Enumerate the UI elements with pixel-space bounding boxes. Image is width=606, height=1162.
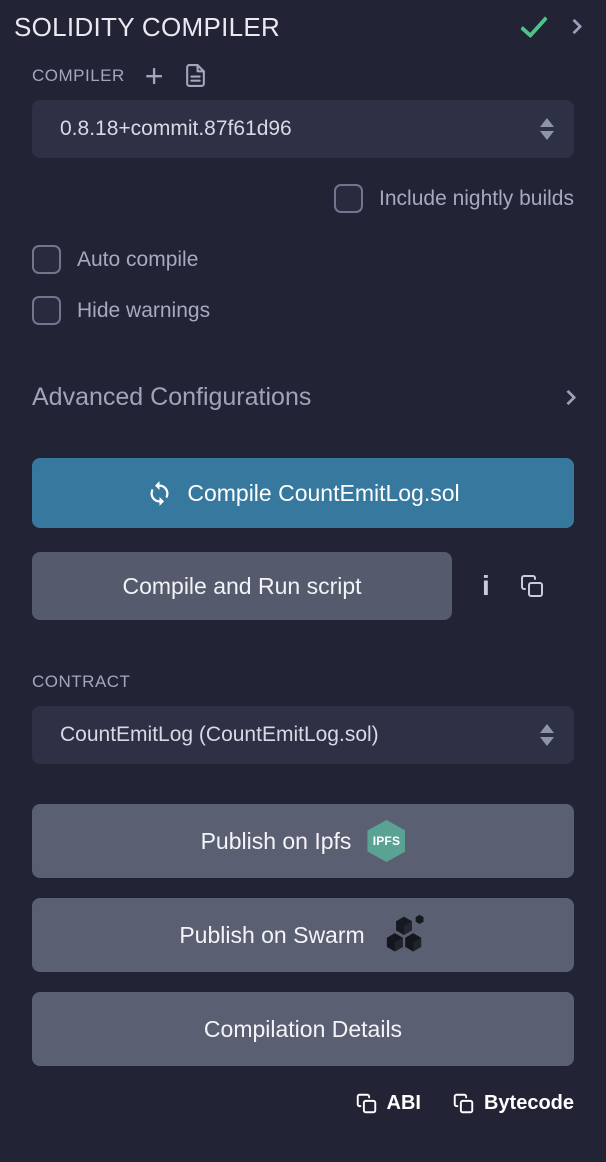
compile-and-run-row: Compile and Run script i: [32, 552, 574, 620]
auto-compile-row: Auto compile: [32, 245, 574, 274]
chevron-right-icon: [561, 390, 577, 406]
compile-and-run-button[interactable]: Compile and Run script: [32, 552, 452, 620]
copy-icon[interactable]: [520, 574, 544, 598]
ipfs-icon: IPFS: [367, 820, 405, 862]
select-arrows-icon: [540, 118, 554, 140]
compiler-version-value: 0.8.18+commit.87f61d96: [60, 117, 292, 141]
compiler-label-row: COMPILER +: [32, 63, 574, 88]
panel-header: SOLIDITY COMPILER: [0, 0, 606, 43]
compile-button-label: Compile CountEmitLog.sol: [187, 480, 459, 507]
copy-icon: [356, 1093, 377, 1114]
auto-compile-label[interactable]: Auto compile: [77, 248, 198, 272]
page-title: SOLIDITY COMPILER: [14, 12, 280, 43]
bytecode-label: Bytecode: [484, 1092, 574, 1115]
include-nightly-row: Include nightly builds: [32, 184, 574, 213]
file-icon[interactable]: [183, 63, 208, 88]
compilation-details-button[interactable]: Compilation Details: [32, 992, 574, 1066]
hide-warnings-checkbox[interactable]: [32, 296, 61, 325]
footer-copy-row: ABI Bytecode: [32, 1092, 574, 1115]
copy-abi-button[interactable]: ABI: [356, 1092, 421, 1115]
advanced-configurations-label: Advanced Configurations: [32, 383, 311, 412]
chevron-right-icon: [567, 18, 583, 34]
hide-warnings-row: Hide warnings: [32, 296, 574, 325]
swarm-cubes-icon: [381, 913, 427, 957]
compiler-section-label: COMPILER: [32, 66, 125, 86]
contract-select-value: CountEmitLog (CountEmitLog.sol): [60, 723, 379, 747]
info-icon[interactable]: i: [482, 572, 490, 600]
publish-swarm-button[interactable]: Publish on Swarm: [32, 898, 574, 972]
publish-ipfs-button[interactable]: Publish on Ipfs IPFS: [32, 804, 574, 878]
contract-section-label: CONTRACT: [32, 672, 574, 692]
contract-select[interactable]: CountEmitLog (CountEmitLog.sol): [32, 706, 574, 764]
plus-icon[interactable]: +: [145, 65, 164, 87]
auto-compile-checkbox[interactable]: [32, 245, 61, 274]
hide-warnings-label[interactable]: Hide warnings: [77, 299, 210, 323]
publish-swarm-label: Publish on Swarm: [179, 922, 364, 949]
compiler-version-select[interactable]: 0.8.18+commit.87f61d96: [32, 100, 574, 158]
compile-button[interactable]: Compile CountEmitLog.sol: [32, 458, 574, 528]
copy-icon: [453, 1093, 474, 1114]
check-icon: [520, 9, 548, 38]
select-arrows-icon: [540, 724, 554, 746]
abi-label: ABI: [387, 1092, 421, 1115]
include-nightly-checkbox[interactable]: [334, 184, 363, 213]
collapse-panel-button[interactable]: [569, 19, 580, 37]
advanced-configurations-toggle[interactable]: Advanced Configurations: [32, 383, 574, 412]
publish-ipfs-label: Publish on Ipfs: [201, 828, 352, 855]
include-nightly-label[interactable]: Include nightly builds: [379, 187, 574, 211]
header-icons: [527, 19, 582, 37]
copy-bytecode-button[interactable]: Bytecode: [453, 1092, 574, 1115]
sync-icon: [146, 480, 173, 507]
